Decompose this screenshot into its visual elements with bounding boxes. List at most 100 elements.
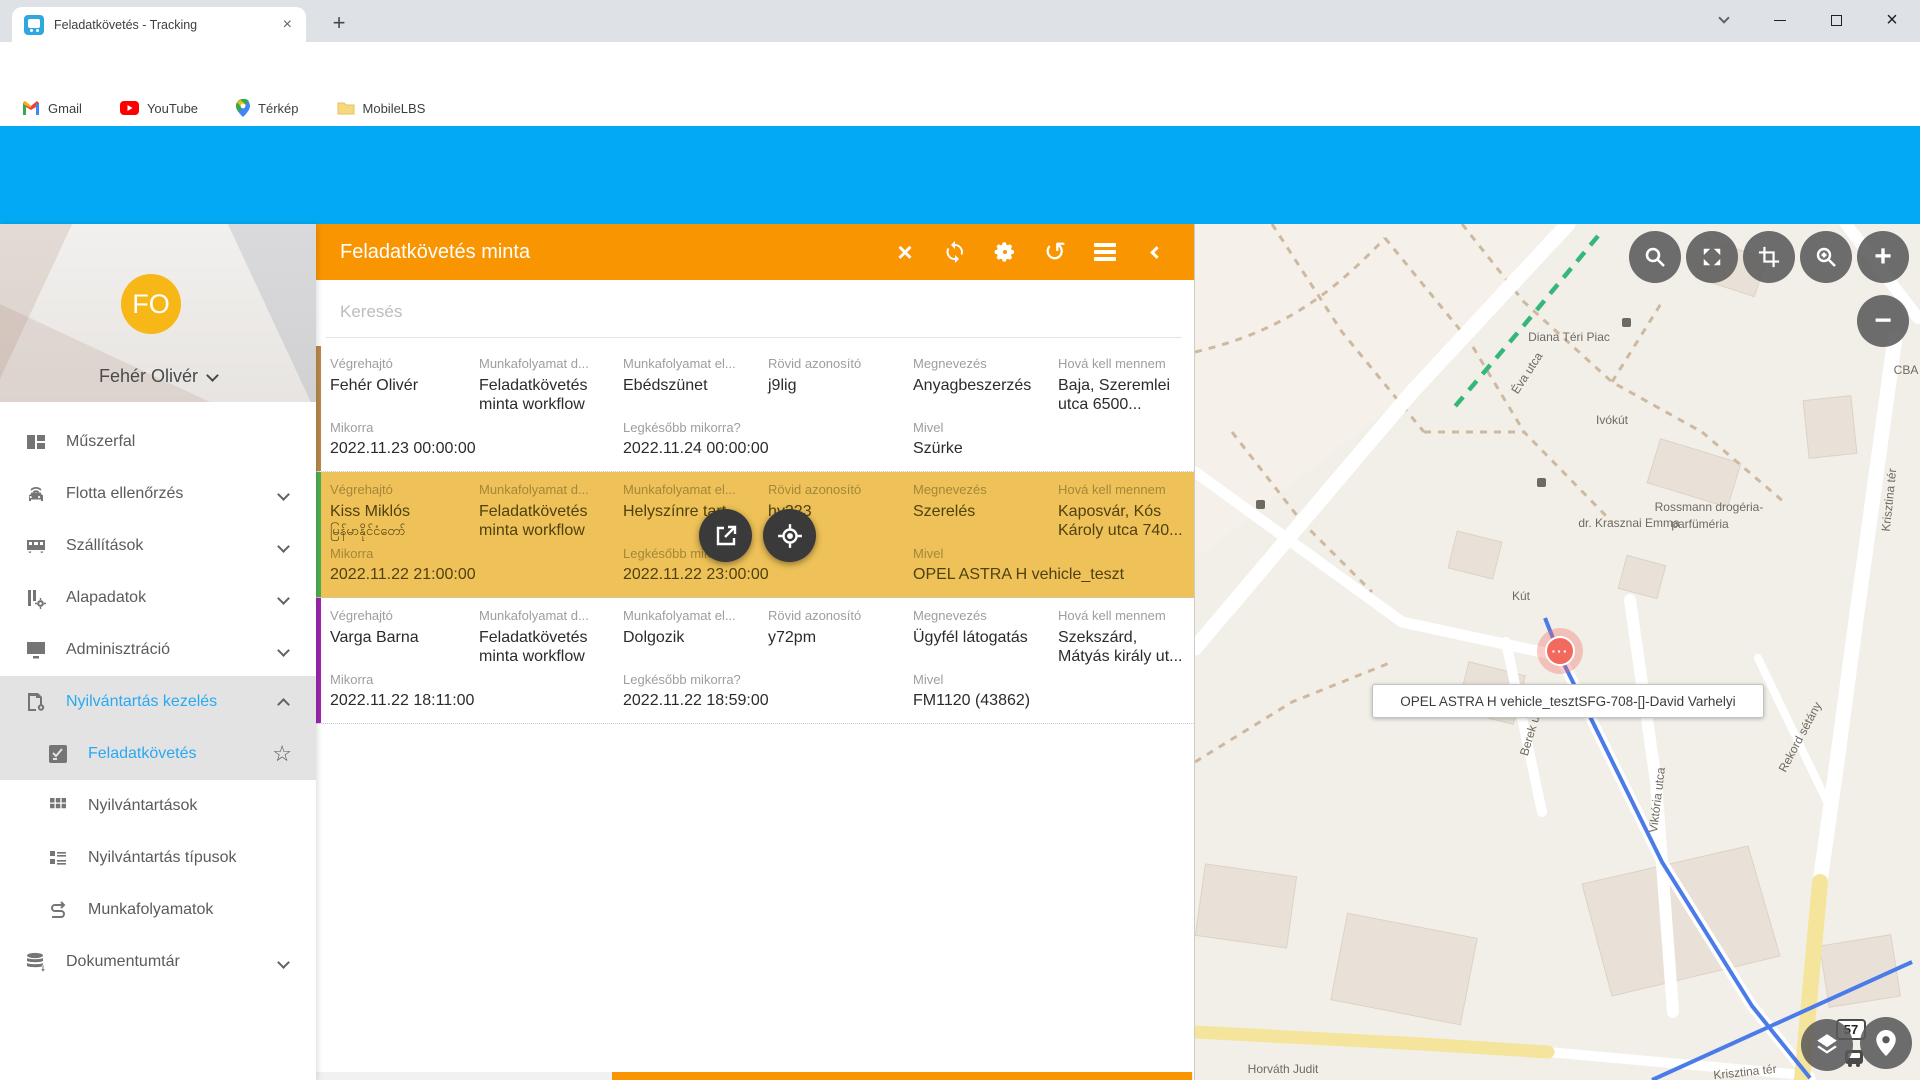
sidebar-item-muszerfal[interactable]: Műszerfal (0, 416, 316, 468)
browser-tab[interactable]: Feladatkövetés - Tracking × (12, 7, 306, 42)
map-location-button[interactable] (1860, 1017, 1912, 1069)
screen: Feladatkövetés - Tracking × + × ← → ↻ te… (0, 0, 1920, 1080)
map-zoom-in-button[interactable]: + (1857, 231, 1909, 283)
map-zoom-out-button[interactable]: − (1857, 295, 1909, 347)
monitor-icon (24, 638, 48, 662)
chevron-down-icon (277, 956, 290, 969)
col-label: Munkafolyamat el... (623, 354, 764, 374)
cell-destination: Kaposvár, Kós Károly utca 740... (1058, 500, 1188, 544)
col-label: Mikorra (330, 670, 619, 690)
col-label: Mivel (913, 670, 1188, 690)
map-label: Rossmann drogéria- (1655, 500, 1764, 514)
list-types-icon (46, 846, 70, 870)
sidebar-item-nyilvantartas-kezeles[interactable]: Nyilvántartás kezelés (0, 676, 316, 728)
gmail-icon (22, 101, 40, 115)
open-in-new-icon (714, 524, 738, 548)
task-row-selected[interactable]: Végrehajtó Munkafolyamat d... Munkafolya… (316, 472, 1194, 598)
sidebar-menu: Műszerfal Flotta ellenőrzés Szállítások … (0, 402, 316, 1080)
undo-history-icon[interactable]: ↺ (1042, 239, 1068, 265)
new-tab-button[interactable]: + (324, 8, 354, 38)
sidebar-item-alapadatok[interactable]: Alapadatok (0, 572, 316, 624)
location-pin-icon (1875, 1030, 1897, 1056)
sidebar-item-dokumentumtar[interactable]: Dokumentumtár (0, 936, 316, 988)
sidebar-item-szallitasok[interactable]: Szállítások (0, 520, 316, 572)
col-label: Megnevezés (913, 354, 1054, 374)
cell-when: 2022.11.23 00:00:00 (330, 437, 619, 461)
map-label: dr. Krasznai Emma (1578, 516, 1679, 530)
crosshair-locate-icon (777, 523, 803, 549)
window-minimize-button[interactable] (1752, 0, 1808, 40)
cell-workflow: Feladatkövetés minta workflow (479, 500, 619, 544)
chevron-down-icon (206, 369, 219, 382)
bookmark-terkep[interactable]: Térkép (236, 99, 298, 117)
col-label: Mikorra (330, 418, 619, 438)
vehicle-marker[interactable]: ··· (1537, 628, 1583, 674)
cell-name: Ügyfél látogatás (913, 626, 1054, 670)
user-name[interactable]: Fehér Olivér (0, 366, 316, 387)
bookmarks-bar: Gmail YouTube Térkép MobileLBS (0, 90, 1920, 126)
map-crop-button[interactable] (1743, 231, 1795, 283)
scrollbar-thumb[interactable] (612, 1072, 1192, 1080)
cell-when: 2022.11.22 18:11:00 (330, 689, 619, 713)
sync-icon[interactable] (942, 239, 968, 265)
map-zoom-area-button[interactable] (1800, 231, 1852, 283)
task-row[interactable]: Végrehajtó Munkafolyamat d... Munkafolya… (316, 346, 1194, 472)
cell-vehicle: OPEL ASTRA H vehicle_teszt (913, 563, 1188, 587)
fullscreen-icon (1701, 246, 1723, 268)
collapse-panel-icon[interactable] (1142, 239, 1168, 265)
col-label: Végrehajtó (330, 480, 475, 500)
map-fullscreen-button[interactable] (1686, 231, 1738, 283)
horizontal-scrollbar[interactable] (316, 1072, 1193, 1080)
tab-close-icon[interactable]: × (281, 17, 294, 33)
row-status-stripe (316, 472, 321, 597)
cell-when: 2022.11.22 21:00:00 (330, 563, 619, 587)
settings-gear-icon[interactable] (992, 239, 1018, 265)
panel-close-icon[interactable]: × (892, 239, 918, 265)
cell-destination: Szekszárd, Mátyás király ut... (1058, 626, 1188, 670)
sidebar-item-munkafolyamatok[interactable]: Munkafolyamatok (0, 884, 316, 936)
col-label: Rövid azonosító (768, 354, 909, 374)
user-avatar[interactable]: FO (121, 274, 181, 334)
window-close-button[interactable]: × (1864, 0, 1920, 40)
cell-latest: 2022.11.24 00:00:00 (623, 437, 909, 461)
task-row[interactable]: Végrehajtó Munkafolyamat d... Munkafolya… (316, 598, 1194, 724)
open-task-button[interactable] (699, 509, 752, 562)
favorite-star-icon[interactable]: ☆ (272, 741, 292, 767)
youtube-icon (120, 101, 139, 115)
search-input[interactable]: Keresés (340, 302, 402, 322)
sidebar-item-nyilvantartas-tipusok[interactable]: Nyilvántartás típusok (0, 832, 316, 884)
map-label: Horváth Judit (1248, 1062, 1319, 1076)
map-layers-button[interactable] (1801, 1019, 1853, 1071)
col-label: Munkafolyamat d... (479, 480, 619, 500)
cell-executor: Kiss Miklósမြန်မာနိုင်ငံတော် (330, 500, 475, 544)
bookmark-gmail[interactable]: Gmail (22, 101, 82, 116)
sidebar-item-flotta-ellenorzes[interactable]: Flotta ellenőrzés (0, 468, 316, 520)
cell-workflow: Feladatkövetés minta workflow (479, 374, 619, 418)
cell-latest: 2022.11.22 18:59:00 (623, 689, 909, 713)
locate-on-map-button[interactable] (763, 509, 816, 562)
folder-icon (337, 101, 355, 115)
tab-favicon-icon (24, 15, 44, 35)
map-label: parfüméria (1671, 517, 1728, 531)
bookmark-youtube[interactable]: YouTube (120, 101, 198, 116)
search-underline (326, 337, 1182, 338)
window-controls: × (1696, 0, 1920, 40)
task-panel: Feladatkövetés minta × ↺ Keresés Végreha… (316, 224, 1195, 1080)
sidebar-item-adminisztracio[interactable]: Adminisztráció (0, 624, 316, 676)
col-label: Hová kell mennem (1058, 606, 1188, 626)
window-restore-button[interactable] (1808, 0, 1864, 40)
data-gear-icon (24, 586, 48, 610)
cell-short-id: j9lig (768, 374, 909, 418)
profile-header: FO Fehér Olivér (0, 224, 316, 402)
browser-toolbar: ← → ↻ teszt.holazauto.hu/fleet/secured/d… (0, 42, 1920, 90)
col-label: Végrehajtó (330, 354, 475, 374)
sidebar-item-feladatkovetes[interactable]: Feladatkövetés ☆ (0, 728, 316, 780)
bookmark-mobilelbs[interactable]: MobileLBS (337, 101, 426, 116)
tab-search-chevron-icon[interactable] (1696, 0, 1752, 40)
row-status-stripe (316, 598, 321, 723)
sidebar-item-nyilvantartasok[interactable]: Nyilvántartások (0, 780, 316, 832)
map[interactable]: Diana Téri Piac Ivókút Éva utca Rossmann… (1195, 224, 1920, 1080)
list-view-icon[interactable] (1092, 239, 1118, 265)
map-search-button[interactable] (1629, 231, 1681, 283)
row-status-stripe (316, 346, 321, 471)
